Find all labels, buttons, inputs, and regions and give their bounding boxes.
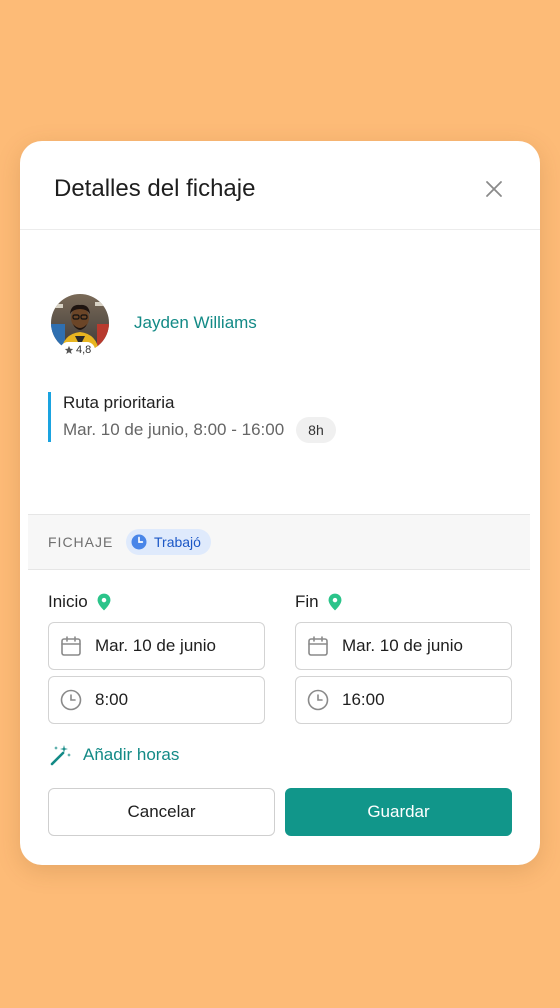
start-date-value: Mar. 10 de junio <box>95 636 216 655</box>
start-label-row: Inicio <box>48 590 265 614</box>
start-time-value: 8:00 <box>95 690 129 709</box>
rating-value: 4,8 <box>76 344 92 356</box>
status-label: Trabajó <box>154 534 201 550</box>
end-date-value: Mar. 10 de junio <box>342 636 463 655</box>
add-hours-button[interactable]: Añadir horas <box>49 743 179 767</box>
status-badge: Trabajó <box>126 529 211 555</box>
timesheet-details-modal: Detalles del fichaje 4,8 Jayden Williams… <box>20 141 540 865</box>
clock-icon <box>131 534 147 550</box>
shift-info: Ruta prioritaria Mar. 10 de junio, 8:00 … <box>48 392 336 443</box>
start-date-input[interactable]: Mar. 10 de junio <box>48 622 265 670</box>
clock-icon <box>60 689 82 711</box>
shift-time: Mar. 10 de junio, 8:00 - 16:00 <box>63 420 285 439</box>
rating-badge: 4,8 <box>60 342 96 358</box>
location-pin-icon <box>97 593 111 611</box>
hours-badge: 8h <box>296 417 336 443</box>
section-label: FICHAJE <box>48 534 114 550</box>
location-pin-icon <box>328 593 342 611</box>
end-label-row: Fin <box>295 590 512 614</box>
end-label: Fin <box>295 592 319 611</box>
save-button[interactable]: Guardar <box>285 788 512 836</box>
calendar-icon <box>308 636 328 656</box>
calendar-icon <box>61 636 81 656</box>
start-time-input[interactable]: 8:00 <box>48 676 265 724</box>
add-hours-label: Añadir horas <box>83 745 180 764</box>
end-time-value: 16:00 <box>342 690 385 709</box>
end-date-input[interactable]: Mar. 10 de junio <box>295 622 512 670</box>
end-fields: Fin Mar. 10 de junio 16:00 <box>295 590 512 724</box>
close-button[interactable] <box>482 177 506 201</box>
cancel-button[interactable]: Cancelar <box>48 788 275 836</box>
star-icon <box>64 345 74 354</box>
timesheet-section-header: FICHAJE Trabajó <box>28 514 530 570</box>
modal-header: Detalles del fichaje <box>20 141 540 230</box>
shift-name: Ruta prioritaria <box>63 393 175 412</box>
close-icon[interactable] <box>482 177 506 201</box>
shift-time-row: Mar. 10 de junio, 8:00 - 16:00 8h <box>63 417 336 443</box>
start-label: Inicio <box>48 592 88 611</box>
start-fields: Inicio Mar. 10 de junio 8:00 <box>48 590 265 724</box>
magic-wand-icon <box>50 745 71 766</box>
end-time-input[interactable]: 16:00 <box>295 676 512 724</box>
clock-icon <box>307 689 329 711</box>
worker-name-link[interactable]: Jayden Williams <box>134 313 257 333</box>
modal-title: Detalles del fichaje <box>54 175 256 202</box>
